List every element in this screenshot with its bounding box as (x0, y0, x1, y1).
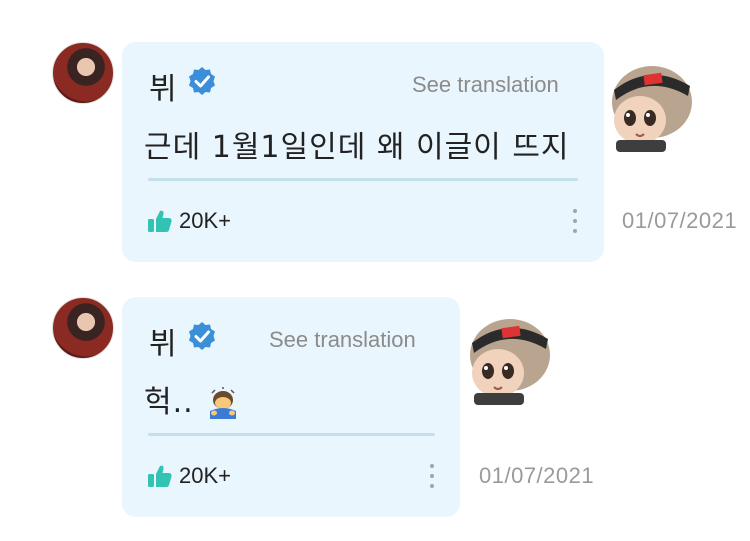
thumbs-up-icon (148, 210, 172, 232)
post-bubble: 뷔 See translation 헉.. 20K+ (122, 297, 460, 517)
sticker-image (612, 66, 692, 152)
post-bubble: 뷔 See translation 근데 1월1일인데 왜 이글이 뜨지 20K… (122, 42, 604, 262)
like-button[interactable]: 20K+ (147, 461, 231, 491)
see-translation-link[interactable]: See translation (269, 327, 416, 353)
verified-badge-icon (189, 67, 215, 95)
like-count: 20K+ (179, 463, 231, 488)
post-text-content: 헉.. (144, 385, 194, 420)
post-text: 근데 1월1일인데 왜 이글이 뜨지 (144, 130, 570, 165)
more-options-icon[interactable] (573, 209, 579, 233)
like-count: 20K+ (179, 208, 231, 233)
avatar[interactable] (52, 42, 114, 104)
post-date: 01/07/2021 (622, 208, 738, 233)
divider (148, 433, 435, 436)
person-bowing-emoji (210, 386, 237, 419)
avatar[interactable] (52, 297, 114, 359)
author-name[interactable]: 뷔 (149, 64, 177, 108)
divider (148, 178, 578, 181)
character-sticker (458, 305, 553, 405)
author-name[interactable]: 뷔 (149, 319, 177, 363)
verified-badge-icon (189, 322, 215, 350)
thumbs-up-icon (148, 465, 172, 487)
sticker-image (470, 319, 550, 405)
like-button[interactable]: 20K+ (147, 206, 231, 236)
character-sticker (600, 52, 695, 152)
see-translation-link[interactable]: See translation (412, 72, 559, 98)
post-date: 01/07/2021 (479, 463, 595, 488)
post-text: 헉.. (144, 377, 240, 421)
more-options-icon[interactable] (430, 464, 436, 488)
